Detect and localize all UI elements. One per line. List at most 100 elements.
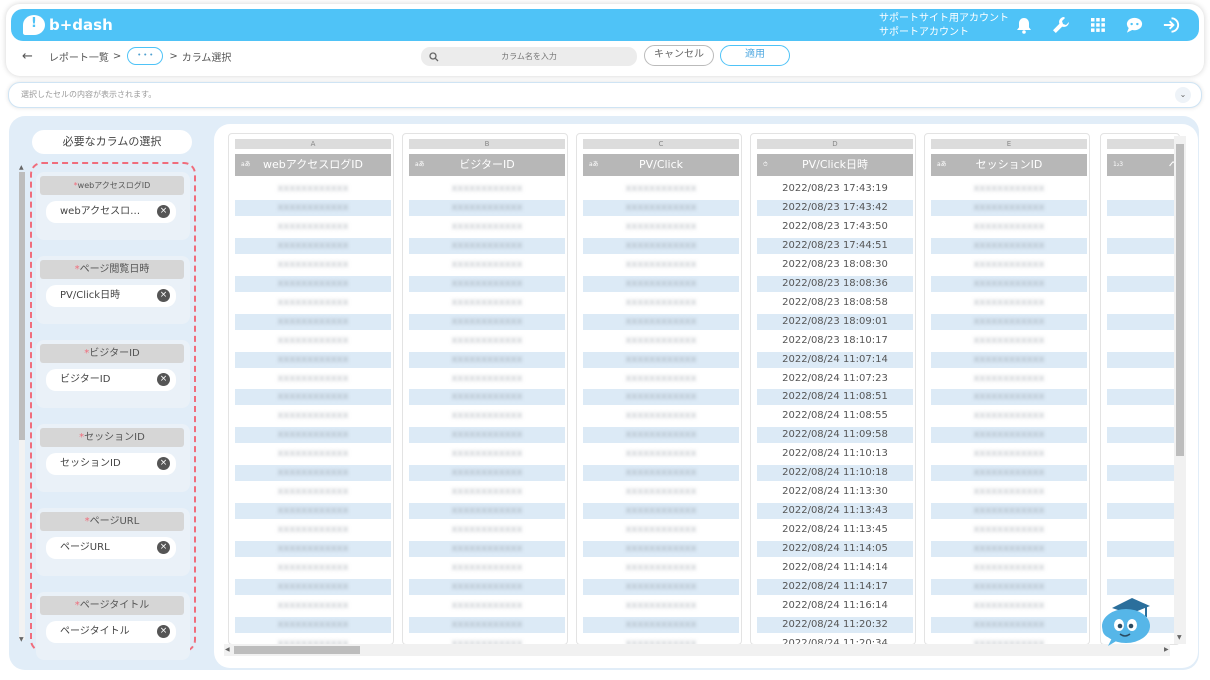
table-cell-blurred[interactable]: xxxxxxxxxxxx bbox=[409, 446, 565, 462]
table-cell-blurred[interactable]: xxxxxxxxxxxx bbox=[931, 560, 1087, 576]
table-cell-blurred[interactable]: xxxxxxxxxxxx bbox=[931, 219, 1087, 235]
chat-icon[interactable] bbox=[1125, 16, 1144, 35]
table-cell-blurred[interactable]: xxxxxxxxxxxx bbox=[931, 408, 1087, 424]
table-cell[interactable]: 2022/08/24 11:13:43 bbox=[757, 503, 913, 520]
column-search[interactable] bbox=[421, 47, 637, 66]
table-cell-blurred[interactable]: xxxxxxxxxxxx bbox=[583, 560, 739, 576]
table-column[interactable]: D ⏱ PV/Click日時 2022/08/23 17:43:19 2022/08/2… bbox=[750, 133, 916, 645]
logo[interactable]: b+dash bbox=[23, 15, 113, 35]
table-cell-blurred[interactable]: xxxxxxxxxxxx bbox=[583, 219, 739, 235]
table-cell[interactable]: 2022/08/24 11:16:14 bbox=[757, 598, 913, 614]
table-cell[interactable] bbox=[1107, 578, 1179, 595]
table-cell[interactable]: 2022/08/23 18:10:17 bbox=[757, 333, 913, 349]
table-cell-blurred[interactable]: xxxxxxxxxxxx bbox=[235, 578, 391, 595]
table-cell[interactable]: 2022/08/24 11:09:58 bbox=[757, 427, 913, 444]
table-cell[interactable]: 2022/08/23 17:44:51 bbox=[757, 237, 913, 254]
table-cell-blurred[interactable]: xxxxxxxxxxxx bbox=[235, 616, 391, 633]
table-cell[interactable] bbox=[1107, 541, 1179, 558]
table-column[interactable]: Eaあ セッションID xxxxxxxxxxxx xxxxxxxxxxxx xxxxxx… bbox=[924, 133, 1090, 645]
table-cell[interactable] bbox=[1107, 219, 1179, 235]
table-cell-blurred[interactable]: xxxxxxxxxxxx bbox=[235, 199, 391, 216]
table-cell[interactable]: 2022/08/24 11:13:45 bbox=[757, 522, 913, 538]
table-cell-blurred[interactable]: xxxxxxxxxxxx bbox=[235, 351, 391, 368]
table-cell-blurred[interactable]: xxxxxxxxxxxx bbox=[931, 313, 1087, 330]
table-cell[interactable] bbox=[1107, 465, 1179, 482]
table-cell[interactable] bbox=[1107, 522, 1179, 538]
table-cell-blurred[interactable]: xxxxxxxxxxxx bbox=[409, 598, 565, 614]
sidebar-scroll-thumb[interactable] bbox=[19, 172, 25, 440]
scroll-left-icon[interactable]: ◀ bbox=[225, 646, 230, 653]
table-cell-blurred[interactable]: xxxxxxxxxxxx bbox=[235, 503, 391, 520]
table-cell-blurred[interactable]: xxxxxxxxxxxx bbox=[235, 237, 391, 254]
table-cell[interactable] bbox=[1107, 446, 1179, 462]
table-cell-blurred[interactable]: xxxxxxxxxxxx bbox=[409, 275, 565, 292]
column-header[interactable]: 1₂3ページ bbox=[1107, 154, 1179, 176]
table-cell-blurred[interactable]: xxxxxxxxxxxx bbox=[235, 484, 391, 500]
table-cell[interactable] bbox=[1107, 560, 1179, 576]
remove-icon[interactable]: × bbox=[157, 205, 170, 218]
apply-button[interactable]: 適用 bbox=[720, 45, 790, 66]
table-cell-blurred[interactable]: xxxxxxxxxxxx bbox=[409, 522, 565, 538]
table-cell-blurred[interactable]: xxxxxxxxxxxx bbox=[931, 522, 1087, 538]
table-cell-blurred[interactable]: xxxxxxxxxxxx bbox=[583, 578, 739, 595]
column-header[interactable]: aあ ビジターID bbox=[409, 154, 565, 176]
table-cell-blurred[interactable]: xxxxxxxxxxxx bbox=[409, 427, 565, 444]
table-cell-blurred[interactable]: xxxxxxxxxxxx bbox=[583, 522, 739, 538]
table-vertical-scrollbar[interactable] bbox=[1174, 136, 1186, 644]
table-cell-blurred[interactable]: xxxxxxxxxxxx bbox=[235, 389, 391, 406]
table-horizontal-scrollbar[interactable] bbox=[224, 644, 1170, 656]
table-cell-blurred[interactable]: xxxxxxxxxxxx bbox=[583, 257, 739, 273]
table-cell[interactable]: 2022/08/24 11:10:13 bbox=[757, 446, 913, 462]
remove-icon[interactable]: × bbox=[157, 457, 170, 470]
table-cell[interactable]: 2022/08/24 11:10:18 bbox=[757, 465, 913, 482]
selected-column-chip[interactable]: ページタイトル × bbox=[46, 621, 176, 643]
cell-content-bar[interactable]: 選択したセルの内容が表示されます。 ⌄ bbox=[8, 82, 1202, 108]
table-cell-blurred[interactable]: xxxxxxxxxxxx bbox=[409, 351, 565, 368]
selected-column-chip[interactable]: PV/Click日時 × bbox=[46, 285, 176, 307]
table-cell-blurred[interactable]: xxxxxxxxxxxx bbox=[931, 371, 1087, 387]
scroll-up-icon[interactable]: ▲ bbox=[19, 164, 24, 171]
table-cell-blurred[interactable]: xxxxxxxxxxxx bbox=[931, 503, 1087, 520]
table-cell[interactable]: 2022/08/24 11:14:17 bbox=[757, 578, 913, 595]
table-cell[interactable]: 2022/08/23 18:08:36 bbox=[757, 275, 913, 292]
table-cell-blurred[interactable]: xxxxxxxxxxxx bbox=[235, 465, 391, 482]
table-cell-blurred[interactable]: xxxxxxxxxxxx bbox=[931, 541, 1087, 558]
table-cell[interactable] bbox=[1107, 237, 1179, 254]
table-cell-blurred[interactable]: xxxxxxxxxxxx bbox=[235, 275, 391, 292]
table-cell-blurred[interactable]: xxxxxxxxxxxx bbox=[931, 465, 1087, 482]
table-cell-blurred[interactable]: xxxxxxxxxxxx bbox=[931, 275, 1087, 292]
back-arrow-icon[interactable]: ← bbox=[22, 49, 33, 64]
table-cell-blurred[interactable]: xxxxxxxxxxxx bbox=[235, 257, 391, 273]
remove-icon[interactable]: × bbox=[157, 289, 170, 302]
table-cell-blurred[interactable]: xxxxxxxxxxxx bbox=[409, 484, 565, 500]
table-cell-blurred[interactable]: xxxxxxxxxxxx bbox=[235, 371, 391, 387]
selected-column-chip[interactable]: ページURL × bbox=[46, 537, 176, 559]
table-cell-blurred[interactable]: xxxxxxxxxxxx bbox=[931, 181, 1087, 197]
table-cell-blurred[interactable]: xxxxxxxxxxxx bbox=[235, 427, 391, 444]
remove-icon[interactable]: × bbox=[157, 625, 170, 638]
table-cell-blurred[interactable]: xxxxxxxxxxxx bbox=[409, 313, 565, 330]
column-slot[interactable]: *ページURL ページURL × bbox=[36, 508, 190, 576]
table-cell-blurred[interactable]: xxxxxxxxxxxx bbox=[583, 465, 739, 482]
scroll-down-icon[interactable]: ▼ bbox=[19, 636, 24, 643]
table-cell[interactable] bbox=[1107, 275, 1179, 292]
table-cell-blurred[interactable]: xxxxxxxxxxxx bbox=[409, 219, 565, 235]
column-slot[interactable]: *ページ閲覧日時 PV/Click日時 × bbox=[36, 256, 190, 324]
selected-column-chip[interactable]: セッションID × bbox=[46, 453, 176, 475]
table-cell-blurred[interactable]: xxxxxxxxxxxx bbox=[931, 351, 1087, 368]
table-cell-blurred[interactable]: xxxxxxxxxxxx bbox=[235, 408, 391, 424]
table-cell[interactable]: 2022/08/23 17:43:19 bbox=[757, 181, 913, 197]
table-cell-blurred[interactable]: xxxxxxxxxxxx bbox=[931, 598, 1087, 614]
table-cell-blurred[interactable]: xxxxxxxxxxxx bbox=[583, 389, 739, 406]
column-header[interactable]: aあ PV/Click bbox=[583, 154, 739, 176]
table-cell-blurred[interactable]: xxxxxxxxxxxx bbox=[409, 503, 565, 520]
table-cell-blurred[interactable]: xxxxxxxxxxxx bbox=[235, 522, 391, 538]
selected-column-chip[interactable]: webアクセスロ… × bbox=[46, 201, 176, 223]
table-cell-blurred[interactable]: xxxxxxxxxxxx bbox=[931, 484, 1087, 500]
wrench-icon[interactable] bbox=[1051, 16, 1070, 35]
table-cell-blurred[interactable]: xxxxxxxxxxxx bbox=[409, 616, 565, 633]
table-cell-blurred[interactable]: xxxxxxxxxxxx bbox=[583, 333, 739, 349]
bell-icon[interactable] bbox=[1014, 16, 1033, 35]
table-column[interactable]: Aaあ webアクセスログID xxxxxxxxxxxx xxxxxxxxxxxx xx… bbox=[228, 133, 394, 645]
table-cell-blurred[interactable]: xxxxxxxxxxxx bbox=[409, 181, 565, 197]
